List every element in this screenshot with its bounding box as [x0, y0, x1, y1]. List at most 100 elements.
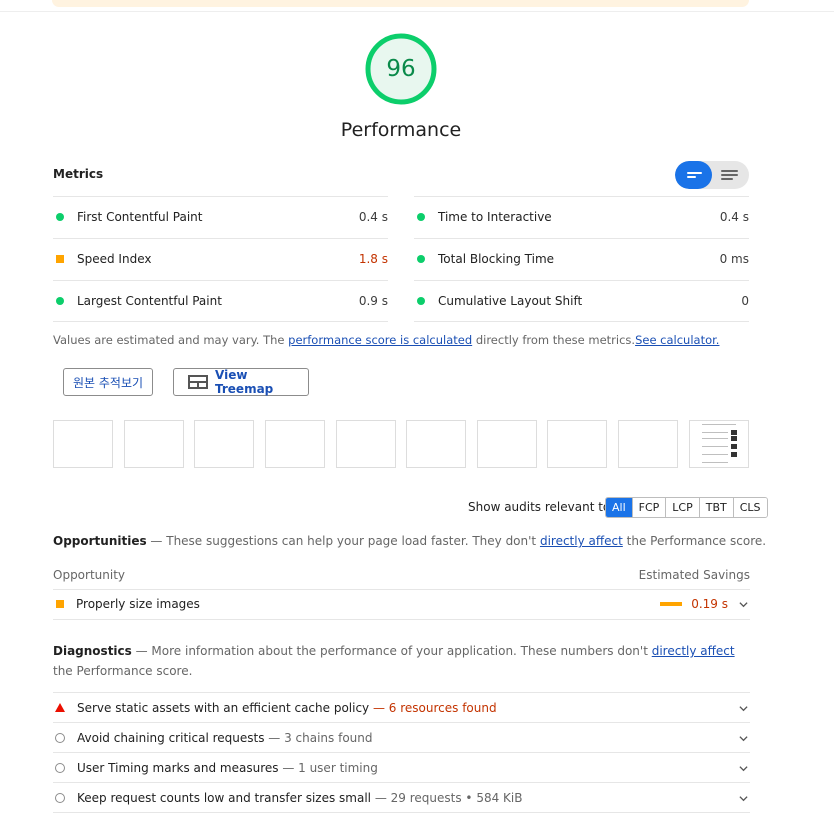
diagnostic-label: User Timing marks and measures — 1 user … [77, 761, 378, 775]
filmstrip-frame [477, 420, 537, 468]
pass-circle-icon [417, 213, 425, 221]
lines-expanded-icon-bar [721, 174, 738, 176]
filmstrip-frame [336, 420, 396, 468]
thumb-line [702, 462, 728, 463]
filmstrip-frame [618, 420, 678, 468]
audit-filter-label: Show audits relevant to: [468, 500, 615, 514]
opportunities-header: Opportunities — These suggestions can he… [53, 531, 766, 551]
metrics-disclaimer: Values are estimated and may vary. The p… [53, 333, 719, 347]
metric-total-blocking-time: Total Blocking Time 0 ms [414, 238, 749, 280]
pass-circle-icon [56, 297, 64, 305]
diagnostic-user-timing[interactable]: User Timing marks and measures — 1 user … [53, 752, 750, 782]
note-middle: directly from these metrics. [472, 333, 636, 347]
category-title: Performance [340, 119, 462, 141]
filmstrip-frame [124, 420, 184, 468]
thumb-line [702, 424, 736, 425]
chevron-down-icon[interactable] [739, 764, 748, 773]
diagnostic-label: Keep request counts low and transfer siz… [77, 791, 522, 805]
filter-fcp-button[interactable]: FCP [632, 498, 667, 517]
pass-circle-icon [417, 255, 425, 263]
diagnostic-detail: — 3 chains found [264, 731, 373, 745]
metric-label: Largest Contentful Paint [77, 294, 222, 308]
view-original-trace-button[interactable]: 원본 추적보기 [63, 368, 153, 396]
metric-cumulative-layout-shift: Cumulative Layout Shift 0 [414, 280, 749, 322]
diagnostics-header: Diagnostics — More information about the… [53, 641, 750, 681]
metric-value: 0.9 s [358, 294, 388, 308]
filter-cls-button[interactable]: CLS [733, 498, 767, 517]
thumb-line [702, 438, 728, 439]
filmstrip-frame [547, 420, 607, 468]
info-circle-icon [55, 733, 65, 743]
filmstrip-frame [53, 420, 113, 468]
opportunities-desc-suffix: the Performance score. [622, 534, 767, 548]
filmstrip-frame [265, 420, 325, 468]
metrics-view-toggle[interactable] [675, 161, 749, 189]
info-circle-icon [55, 793, 65, 803]
diagnostic-label: Avoid chaining critical requests — 3 cha… [77, 731, 373, 745]
score-calculated-link[interactable]: performance score is calculated [288, 333, 472, 347]
chevron-down-icon[interactable] [739, 600, 748, 609]
opportunity-properly-size-images[interactable]: Properly size images 0.19 s [53, 590, 750, 620]
opportunity-table-header: Opportunity Estimated Savings [53, 568, 750, 590]
opportunities-directly-affect-link[interactable]: directly affect [540, 534, 623, 548]
thumb-block [731, 444, 737, 449]
diagnostic-title: User Timing marks and measures [77, 761, 279, 775]
filmstrip-frame [194, 420, 254, 468]
compact-view-button[interactable] [675, 161, 712, 189]
view-treemap-button[interactable]: View Treemap [173, 368, 309, 396]
chevron-down-icon[interactable] [739, 734, 748, 743]
lines-expanded-icon-bar [721, 178, 733, 180]
thumb-line [702, 432, 728, 433]
chevron-down-icon[interactable] [739, 704, 748, 713]
metric-label: Time to Interactive [438, 210, 552, 224]
opportunity-label: Properly size images [76, 597, 200, 611]
diagnostic-detail: — 29 requests • 584 KiB [371, 791, 523, 805]
lines-icon-bar [687, 176, 696, 178]
diagnostic-critical-requests[interactable]: Avoid chaining critical requests — 3 cha… [53, 722, 750, 752]
see-calculator-link[interactable]: See calculator. [635, 333, 719, 347]
diagnostic-row-partial [53, 812, 750, 826]
gauge-score: 96 [386, 56, 416, 82]
opportunities-desc-prefix: — These suggestions can help your page l… [146, 534, 540, 548]
thumb-line [702, 454, 728, 455]
thumb-block [731, 452, 737, 457]
metric-time-to-interactive: Time to Interactive 0.4 s [414, 196, 749, 238]
thumb-block [731, 430, 737, 435]
diagnostic-label: Serve static assets with an efficient ca… [77, 701, 497, 715]
diagnostic-title: Keep request counts low and transfer siz… [77, 791, 372, 805]
diagnostic-detail: — 1 user timing [278, 761, 378, 775]
treemap-icon [188, 375, 208, 389]
diagnostic-detail: — 6 resources found [369, 701, 497, 715]
lines-icon [687, 172, 702, 174]
filmstrip-frame [406, 420, 466, 468]
performance-gauge[interactable]: 96 [364, 32, 438, 106]
metric-label: First Contentful Paint [77, 210, 203, 224]
diagnostics-directly-affect-link[interactable]: directly affect [652, 644, 735, 658]
info-circle-icon [55, 763, 65, 773]
filter-tbt-button[interactable]: TBT [699, 498, 734, 517]
metric-value: 0.4 s [358, 210, 388, 224]
savings-value: 0.19 s [691, 597, 728, 611]
pass-circle-icon [417, 297, 425, 305]
metric-label: Speed Index [77, 252, 152, 266]
metric-value: 0 ms [719, 252, 749, 266]
expanded-view-button[interactable] [712, 161, 749, 189]
metric-value: 1.8 s [358, 252, 388, 266]
opportunity-column-header: Opportunity [53, 568, 126, 582]
metrics-column-right: Time to Interactive 0.4 s Total Blocking… [414, 196, 749, 322]
thumb-block [731, 436, 737, 441]
diagnostic-cache-policy[interactable]: Serve static assets with an efficient ca… [53, 692, 750, 722]
average-square-icon [56, 600, 64, 608]
metric-speed-index: Speed Index 1.8 s [53, 238, 388, 280]
savings-bar [660, 602, 682, 606]
metric-first-contentful-paint: First Contentful Paint 0.4 s [53, 196, 388, 238]
estimated-savings-column-header: Estimated Savings [638, 568, 750, 582]
diagnostic-request-counts[interactable]: Keep request counts low and transfer siz… [53, 782, 750, 812]
lines-expanded-icon [721, 170, 738, 172]
chevron-down-icon[interactable] [739, 794, 748, 803]
top-banner [52, 0, 749, 7]
filter-lcp-button[interactable]: LCP [666, 498, 700, 517]
metric-largest-contentful-paint: Largest Contentful Paint 0.9 s [53, 280, 388, 322]
diagnostic-title: Avoid chaining critical requests [77, 731, 265, 745]
filter-all-button[interactable]: All [606, 498, 633, 517]
